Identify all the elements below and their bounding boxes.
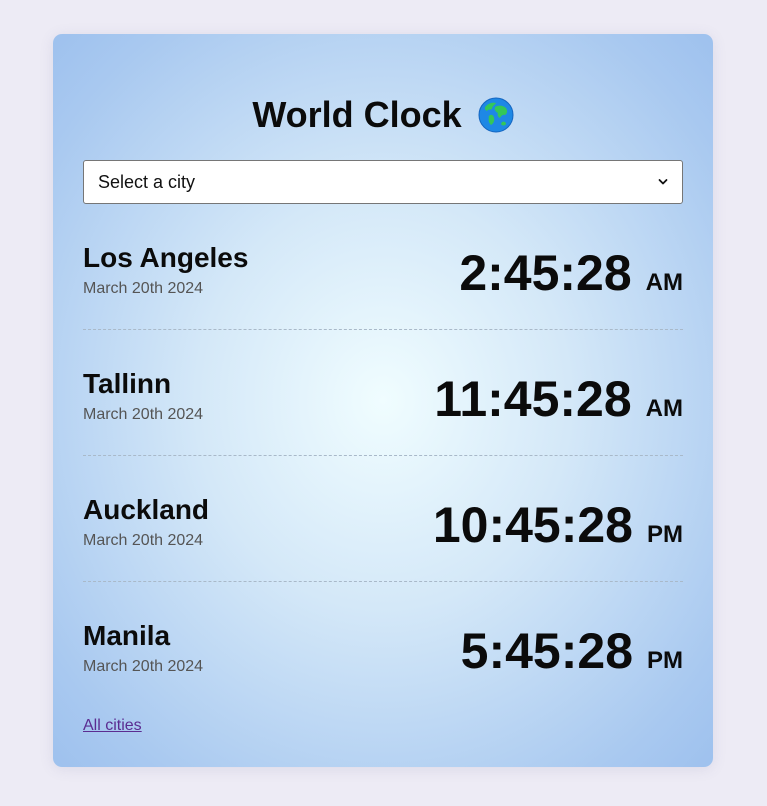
ampm-label: PM bbox=[647, 521, 683, 548]
city-row-los-angeles: Los Angeles March 20th 2024 2:45:28 AM bbox=[83, 204, 683, 330]
city-name: Auckland bbox=[83, 494, 210, 525]
ampm-label: AM bbox=[645, 395, 683, 422]
page-title: World Clock bbox=[252, 94, 462, 135]
city-time: 11:45:28 AM bbox=[434, 374, 683, 424]
city-select-value: Select a city bbox=[98, 171, 196, 192]
chevron-down-icon bbox=[658, 179, 668, 185]
world-clock-card: World Clock Select a city Los Angeles Ma… bbox=[53, 34, 713, 767]
globe-icon bbox=[478, 97, 514, 133]
city-time: 2:45:28 AM bbox=[459, 248, 683, 298]
city-date: March 20th 2024 bbox=[83, 532, 204, 549]
time-value: 5:45:28 bbox=[460, 623, 633, 679]
city-time: 5:45:28 PM bbox=[461, 626, 683, 676]
time-value: 11:45:28 bbox=[434, 371, 632, 427]
all-cities-link[interactable]: All cities bbox=[83, 718, 142, 734]
city-date: March 20th 2024 bbox=[83, 280, 204, 297]
city-name: Tallinn bbox=[83, 368, 172, 399]
ampm-label: PM bbox=[647, 647, 683, 674]
city-date: March 20th 2024 bbox=[83, 406, 204, 423]
city-name: Manila bbox=[83, 620, 171, 651]
city-row-tallinn: Tallinn March 20th 2024 11:45:28 AM bbox=[83, 330, 683, 456]
city-list: Los Angeles March 20th 2024 2:45:28 AM T… bbox=[83, 204, 683, 708]
city-time: 10:45:28 PM bbox=[433, 500, 683, 550]
city-row-manila: Manila March 20th 2024 5:45:28 PM bbox=[83, 582, 683, 708]
title-row: World Clock bbox=[53, 92, 713, 138]
city-name: Los Angeles bbox=[83, 242, 249, 273]
time-value: 10:45:28 bbox=[432, 497, 633, 553]
city-date: March 20th 2024 bbox=[83, 658, 204, 675]
ampm-label: AM bbox=[645, 269, 683, 296]
city-row-auckland: Auckland March 20th 2024 10:45:28 PM bbox=[83, 456, 683, 582]
time-value: 2:45:28 bbox=[459, 245, 632, 301]
city-select[interactable]: Select a city bbox=[83, 160, 683, 204]
